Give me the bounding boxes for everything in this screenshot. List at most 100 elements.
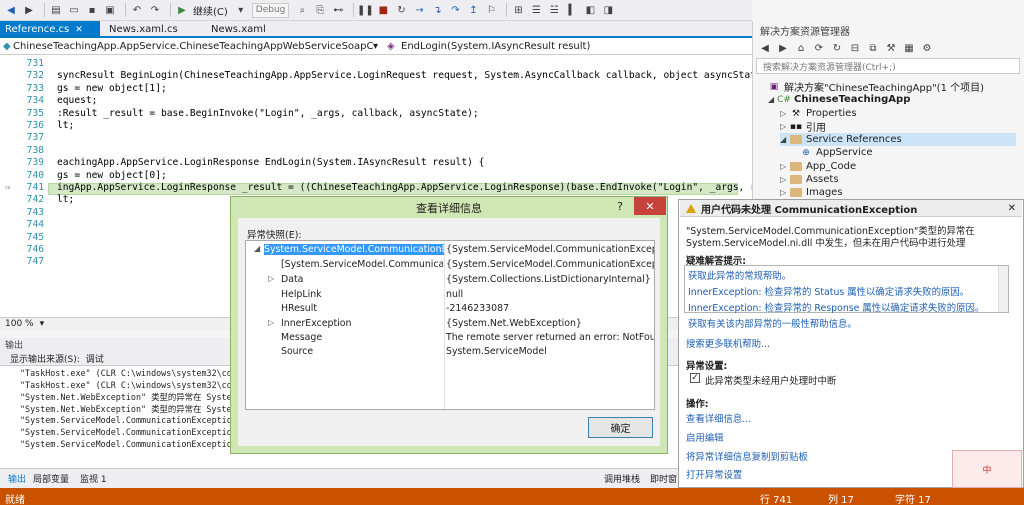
collapsed-arrow-icon[interactable]: ▷ xyxy=(780,175,790,184)
restart-icon[interactable]: ↻ xyxy=(394,3,408,17)
step-over-icon[interactable]: ↷ xyxy=(448,3,462,17)
continue-icon[interactable]: ▶ xyxy=(175,3,189,17)
code-line[interactable]: lt; xyxy=(57,194,74,205)
table-row[interactable]: HResult -2146233087 xyxy=(246,302,654,316)
table-row[interactable]: ▷ Data {System.Collections.ListDictionar… xyxy=(246,273,654,287)
tree-item-images[interactable]: ▷ Images xyxy=(780,186,843,199)
dropdown-arrow-icon[interactable]: ▾ xyxy=(234,3,248,17)
save-all-icon[interactable]: ▣ xyxy=(103,3,117,17)
properties-icon[interactable]: ⚒ xyxy=(884,41,898,55)
tab-news-xaml[interactable]: News.xaml xyxy=(206,21,286,38)
tip-link[interactable]: InnerException: 检查异常的 Status 属性以确定请求失败的原… xyxy=(688,284,969,298)
config-select[interactable]: Debug xyxy=(251,2,290,18)
close-icon[interactable]: ✕ xyxy=(75,25,83,35)
preview-icon[interactable]: ▦ xyxy=(902,41,916,55)
table-row[interactable]: HelpLink null xyxy=(246,288,654,302)
attach-icon[interactable]: ⎘ xyxy=(313,3,327,17)
action-view-details-link[interactable]: 查看详细信息... xyxy=(686,411,751,425)
forward-icon[interactable]: ▶ xyxy=(22,3,36,17)
code-line[interactable]: :Result _result = base.BeginInvoke("Logi… xyxy=(57,108,479,119)
table-row[interactable]: Message The remote server returned an er… xyxy=(246,331,654,345)
pause-icon[interactable]: ❚❚ xyxy=(357,3,374,17)
exception-snapshot-grid[interactable]: ◢ System.ServiceModel.CommunicationExc {… xyxy=(245,240,655,410)
chevron-down-icon[interactable]: ▾ xyxy=(40,319,45,329)
step-into-icon[interactable]: ↴ xyxy=(430,3,444,17)
tree-item-project[interactable]: ◢ C# ChineseTeachingApp xyxy=(768,93,910,106)
tab-output[interactable]: 输出 xyxy=(8,472,26,485)
link-icon[interactable]: ⊷ xyxy=(331,3,345,17)
expanded-arrow-icon[interactable]: ◢ xyxy=(780,135,790,144)
tree-item-app-code[interactable]: ▷ App_Code xyxy=(780,160,856,173)
tip-link[interactable]: InnerException: 检查异常的 Response 属性以确定请求失败… xyxy=(688,300,984,314)
show-all-files-icon[interactable]: ⧉ xyxy=(866,41,880,55)
find-icon[interactable]: ⌕ xyxy=(295,3,309,17)
tree-item-references[interactable]: ▷ ▪▪ 引用 xyxy=(780,120,826,135)
scrollbar[interactable] xyxy=(998,266,1008,312)
new-project-icon[interactable]: ▤ xyxy=(49,3,63,17)
back-icon[interactable]: ◀ xyxy=(4,3,18,17)
collapsed-arrow-icon[interactable]: ▷ xyxy=(268,318,274,327)
help-button[interactable]: ? xyxy=(610,197,630,215)
sync-icon[interactable]: ⟳ xyxy=(812,41,826,55)
comment-icon[interactable]: ☰ xyxy=(529,3,543,17)
tree-item-solution[interactable]: ▣ 解决方案"ChineseTeachingApp"(1 个项目) xyxy=(768,80,984,95)
member-dropdown[interactable]: EndLogin(System.IAsyncResult result) xyxy=(401,41,590,52)
output-source-select[interactable]: 调试 xyxy=(86,352,104,365)
uncomment-icon[interactable]: ☱ xyxy=(547,3,561,17)
code-line[interactable]: gs = new object[1]; xyxy=(57,83,167,94)
stop-icon[interactable]: ■ xyxy=(376,3,390,17)
table-row[interactable]: [System.ServiceModel.Communication {Syst… xyxy=(246,258,654,272)
next-bookmark-icon[interactable]: ◨ xyxy=(601,3,615,17)
collapse-all-icon[interactable]: ⊟ xyxy=(848,41,862,55)
home-icon[interactable]: ⌂ xyxy=(794,41,808,55)
tab-locals[interactable]: 局部变量 xyxy=(33,472,69,485)
code-line[interactable]: ingApp.AppService.LoginResponse _result … xyxy=(57,182,808,193)
settings-icon[interactable]: ⚙ xyxy=(920,41,934,55)
tab-immediate[interactable]: 即时窗 xyxy=(650,472,677,485)
code-line[interactable]: gs = new object[0]; xyxy=(57,170,167,181)
tree-item-assets[interactable]: ▷ Assets xyxy=(780,173,839,186)
collapsed-arrow-icon[interactable]: ▷ xyxy=(268,274,274,283)
hex-display-icon[interactable]: ⚐ xyxy=(484,3,498,17)
undo-icon[interactable]: ↶ xyxy=(130,3,144,17)
back-icon[interactable]: ◀ xyxy=(758,41,772,55)
tab-call-stack[interactable]: 调用堆栈 xyxy=(604,472,640,485)
tip-link[interactable]: 获取此异常的常规帮助。 xyxy=(688,268,791,282)
refresh-icon[interactable]: ↻ xyxy=(830,41,844,55)
save-icon[interactable]: ▪ xyxy=(85,3,99,17)
open-folder-icon[interactable]: ▭ xyxy=(67,3,81,17)
column-divider[interactable] xyxy=(444,241,445,409)
dialog-close-button[interactable]: ✕ xyxy=(634,197,666,215)
collapsed-arrow-icon[interactable]: ▷ xyxy=(780,188,790,197)
break-checkbox[interactable]: ✓ xyxy=(690,373,700,383)
tab-watch-1[interactable]: 监视 1 xyxy=(80,472,107,485)
class-path-dropdown[interactable]: ChineseTeachingApp.AppService.ChineseTea… xyxy=(13,41,373,52)
code-line[interactable]: equest; xyxy=(57,95,97,106)
redo-icon[interactable]: ↷ xyxy=(148,3,162,17)
code-line[interactable]: eachingApp.AppService.LoginResponse EndL… xyxy=(57,157,484,168)
breakpoint-window-icon[interactable]: ⊞ xyxy=(511,3,525,17)
tab-reference-cs[interactable]: Reference.cs ✕ xyxy=(0,21,100,38)
code-line[interactable]: syncResult BeginLogin(ChineseTeachingApp… xyxy=(57,70,779,81)
expanded-arrow-icon[interactable]: ◢ xyxy=(254,244,260,253)
forward-icon[interactable]: ▶ xyxy=(776,41,790,55)
tree-item-service-references[interactable]: ◢ Service References xyxy=(780,133,1016,146)
table-row[interactable]: ▷ InnerException {System.Net.WebExceptio… xyxy=(246,317,654,331)
code-line[interactable]: lt; xyxy=(57,120,74,131)
zoom-level[interactable]: 100 % xyxy=(5,319,34,329)
prev-bookmark-icon[interactable]: ◧ xyxy=(583,3,597,17)
ok-button[interactable]: 确定 xyxy=(588,417,653,438)
continue-button[interactable]: 继续(C) xyxy=(193,3,228,18)
step-out-icon[interactable]: ↥ xyxy=(466,3,480,17)
action-open-settings-link[interactable]: 打开异常设置 xyxy=(686,467,742,481)
bookmark-icon[interactable]: ▍ xyxy=(565,3,579,17)
collapsed-arrow-icon[interactable]: ▷ xyxy=(780,162,790,171)
solution-search-input[interactable]: 搜索解决方案资源管理器(Ctrl+;) xyxy=(756,58,1020,74)
tab-news-xaml-cs[interactable]: News.xaml.cs xyxy=(104,21,200,38)
action-enable-editing-link[interactable]: 启用编辑 xyxy=(686,430,724,444)
table-row[interactable]: ◢ System.ServiceModel.CommunicationExc {… xyxy=(246,243,654,257)
tip-link[interactable]: 获取有关该内部异常的一般性帮助信息。 xyxy=(688,316,857,330)
search-online-link[interactable]: 搜索更多联机帮助... xyxy=(686,336,770,350)
show-next-statement-icon[interactable]: → xyxy=(412,3,426,17)
chevron-down-icon[interactable]: ▾ xyxy=(373,41,383,52)
